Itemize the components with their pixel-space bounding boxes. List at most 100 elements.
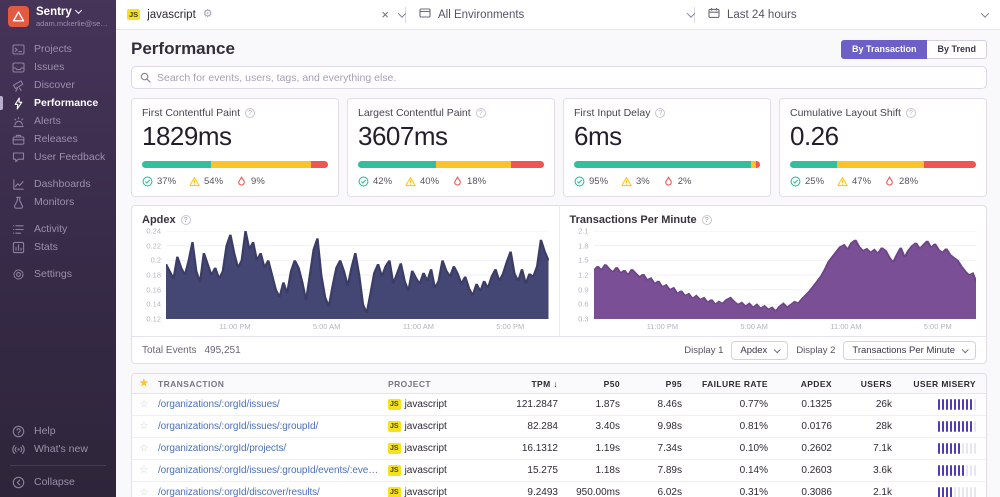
tpm-y-axis: 2.11.81.51.20.90.60.3 — [570, 231, 594, 319]
user-misery-bars — [902, 421, 986, 432]
vital-breakdown-item: 2% — [663, 176, 692, 187]
sidebar-item-dashboards[interactable]: Dashboards — [0, 175, 116, 193]
transaction-link[interactable]: /organizations/:orgId/projects/ — [158, 443, 382, 454]
tpm-value: 15.275 — [484, 465, 568, 476]
user-misery-bars — [902, 487, 986, 497]
date-chevron-down-icon[interactable] — [981, 9, 989, 17]
column-header-failure-rate[interactable]: FAILURE RATE — [692, 379, 778, 389]
transaction-link[interactable]: /organizations/:orgId/issues/:groupId/ev… — [158, 465, 382, 476]
transaction-link[interactable]: /organizations/:orgId/issues/ — [158, 399, 382, 410]
tpm-value: 9.2493 — [484, 487, 568, 497]
x-axis-tick: 11:00 AM — [403, 322, 434, 331]
display1-label: Display 1 — [684, 345, 723, 356]
sidebar-item-discover[interactable]: Discover — [0, 76, 116, 94]
performance-page: Performance By Transaction By Trend Firs… — [116, 30, 1000, 497]
column-header-transaction[interactable]: TRANSACTION — [156, 379, 388, 389]
releases-icon — [12, 133, 25, 146]
favorite-star-icon[interactable]: ☆ — [132, 399, 156, 410]
search-bar[interactable] — [131, 66, 987, 89]
vital-title: Largest Contentful Paint — [358, 107, 471, 119]
tpm-chart: Transactions Per Minute ? 2.11.81.51.20.… — [560, 206, 987, 336]
sidebar-item-performance[interactable]: Performance — [0, 94, 116, 112]
tpm-plot-area[interactable] — [594, 231, 977, 319]
by-trend-button[interactable]: By Trend — [927, 40, 987, 59]
help-icon — [12, 425, 25, 438]
sidebar-item-whats-new[interactable]: What's new — [0, 440, 116, 458]
x-axis-tick: 11:00 PM — [647, 322, 679, 331]
display2-select[interactable]: Transactions Per Minute — [843, 341, 976, 360]
column-header-p95[interactable]: P95 — [630, 379, 692, 389]
sidebar-item-stats[interactable]: Stats — [0, 238, 116, 256]
p50-value: 950.00ms — [568, 487, 630, 497]
table-row: ☆/organizations/:orgId/discover/results/… — [132, 482, 986, 497]
y-axis-tick: 0.9 — [578, 285, 588, 294]
vital-breakdown-item: 47% — [837, 176, 871, 187]
date-range-selector[interactable]: Last 24 hours — [695, 0, 988, 29]
sidebar-item-label: Activity — [34, 223, 67, 235]
collapse-icon — [12, 476, 25, 489]
sidebar-item-label: Collapse — [34, 476, 75, 488]
transaction-link[interactable]: /organizations/:orgId/discover/results/ — [158, 487, 382, 497]
vital-value: 0.26 — [790, 121, 976, 152]
stats-icon — [12, 241, 25, 254]
sidebar: Sentry adam.mckerlie@se… ProjectsIssuesD… — [0, 0, 116, 497]
y-axis-tick: 0.14 — [146, 300, 161, 309]
sidebar-item-activity[interactable]: Activity — [0, 220, 116, 238]
performance-icon — [12, 97, 25, 110]
failure-rate-value: 0.77% — [692, 399, 778, 410]
clear-project-icon[interactable]: × — [381, 8, 389, 21]
apdex-value: 0.2603 — [778, 465, 842, 476]
y-axis-tick: 0.22 — [146, 241, 161, 250]
favorite-star-icon[interactable]: ☆ — [132, 421, 156, 432]
vital-title: First Input Delay — [574, 107, 650, 119]
p95-value: 9.98s — [630, 421, 692, 432]
help-icon: ? — [476, 108, 486, 118]
environment-selector[interactable]: All Environments — [406, 0, 694, 29]
project-cell: JSjavascript — [388, 487, 484, 497]
header-star-icon[interactable]: ★ — [132, 378, 156, 389]
whats-new-icon — [12, 443, 25, 456]
sidebar-item-label: User Feedback — [34, 151, 105, 163]
column-header-users[interactable]: USERS — [842, 379, 902, 389]
column-header-tpm[interactable]: TPM ↓ — [484, 379, 568, 389]
web-vitals-cards: First Contentful Paint?1829ms37%54%9%Lar… — [131, 98, 987, 197]
sidebar-item-issues[interactable]: Issues — [0, 58, 116, 76]
vital-breakdown-item: 25% — [790, 176, 824, 187]
column-header-apdex[interactable]: APDEX — [778, 379, 842, 389]
column-header-project[interactable]: PROJECT — [388, 379, 484, 389]
project-settings-gear-icon[interactable]: ⚙ — [203, 9, 213, 20]
apdex-plot-area[interactable] — [166, 231, 549, 319]
sidebar-item-projects[interactable]: Projects — [0, 40, 116, 58]
help-icon: ? — [655, 108, 665, 118]
org-switcher[interactable]: Sentry adam.mckerlie@se… — [0, 0, 116, 32]
table-row: ☆/organizations/:orgId/projects/JSjavasc… — [132, 438, 986, 460]
column-header-p50[interactable]: P50 — [568, 379, 630, 389]
sidebar-item-collapse[interactable]: Collapse — [0, 473, 116, 491]
p95-value: 8.46s — [630, 399, 692, 410]
discover-icon — [12, 79, 25, 92]
help-icon: ? — [906, 108, 916, 118]
transaction-link[interactable]: /organizations/:orgId/issues/:groupId/ — [158, 421, 382, 432]
vital-card-1: Largest Contentful Paint?3607ms42%40%18% — [347, 98, 555, 197]
favorite-star-icon[interactable]: ☆ — [132, 487, 156, 497]
by-transaction-button[interactable]: By Transaction — [841, 40, 928, 59]
chevron-down-icon — [75, 7, 82, 14]
column-header-user-misery[interactable]: USER MISERY — [902, 379, 986, 389]
sidebar-item-settings[interactable]: Settings — [0, 265, 116, 283]
javascript-platform-icon: JS — [388, 487, 401, 497]
date-range-label: Last 24 hours — [727, 9, 797, 21]
vital-breakdown-item: 3% — [621, 176, 650, 187]
failure-rate-value: 0.31% — [692, 487, 778, 497]
issues-icon — [12, 61, 25, 74]
favorite-star-icon[interactable]: ☆ — [132, 443, 156, 454]
display1-select[interactable]: Apdex — [731, 341, 788, 360]
sidebar-item-monitors[interactable]: Monitors — [0, 193, 116, 211]
sidebar-item-alerts[interactable]: Alerts — [0, 112, 116, 130]
sidebar-item-releases[interactable]: Releases — [0, 130, 116, 148]
search-input[interactable] — [157, 72, 978, 84]
javascript-platform-icon: JS — [388, 421, 401, 432]
favorite-star-icon[interactable]: ☆ — [132, 465, 156, 476]
project-selector[interactable]: JS javascript ⚙ × — [127, 0, 405, 29]
sidebar-item-help[interactable]: Help — [0, 422, 116, 440]
sidebar-item-user-feedback[interactable]: User Feedback — [0, 148, 116, 166]
